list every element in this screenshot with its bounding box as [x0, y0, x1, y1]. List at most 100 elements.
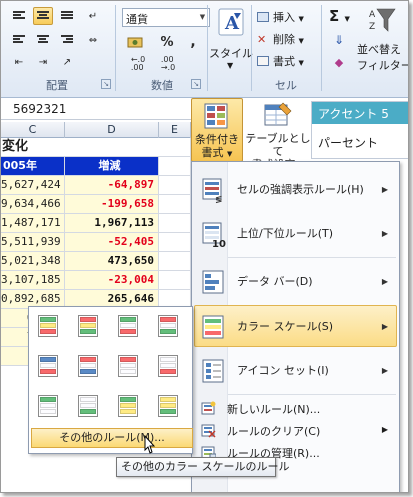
table-cell[interactable] — [159, 271, 191, 290]
menu-item-icon-sets[interactable]: アイコン セット(I) ▶ — [194, 349, 397, 391]
table-cell[interactable]: 3,107,185 — [1, 271, 65, 290]
table-cell[interactable]: -64,897 — [65, 176, 159, 195]
sheet-title-cell[interactable]: 変化 — [1, 138, 159, 157]
align-bottom-button[interactable] — [57, 7, 77, 25]
table-cell[interactable]: 5,627,424 — [1, 176, 65, 195]
decrease-decimal-button[interactable]: .00 →.0 — [155, 55, 181, 73]
table-cell[interactable] — [159, 157, 191, 176]
header-cell-d[interactable]: 増減 — [65, 157, 159, 176]
menu-item-clear-rules[interactable]: ルールのクリア(C) ▶ — [194, 419, 397, 440]
comma-label: , — [190, 34, 196, 50]
percent-button[interactable]: % — [157, 33, 177, 51]
color-swatch — [40, 397, 56, 402]
table-cell[interactable] — [159, 138, 191, 157]
column-header-e[interactable]: E — [159, 122, 191, 138]
menu-item-color-scales[interactable]: カラー スケール(S) ▶ — [194, 305, 397, 347]
color-scale-icon — [78, 355, 98, 377]
autosum-button[interactable]: Σ ▼ — [329, 7, 350, 25]
align-top-left-button[interactable] — [9, 7, 29, 25]
table-cell[interactable]: -23,004 — [65, 271, 159, 290]
color-scale-option[interactable] — [33, 351, 63, 381]
color-scale-option[interactable] — [33, 391, 63, 421]
currency-button[interactable] — [123, 33, 149, 51]
number-launcher-icon[interactable]: ↘ — [191, 79, 201, 89]
table-cell[interactable] — [159, 252, 191, 271]
table-cell[interactable]: 1,487,171 — [1, 214, 65, 233]
color-scale-icon — [38, 315, 58, 337]
color-scale-option[interactable] — [153, 311, 183, 341]
decrease-indent-button[interactable]: ⇤ — [9, 53, 29, 71]
group-divider — [115, 5, 116, 91]
color-scale-option[interactable] — [113, 391, 143, 421]
insert-icon — [257, 12, 269, 22]
wrap-text-button[interactable]: ↵ — [83, 7, 103, 25]
delete-button[interactable]: ✕ 削除 ▼ — [257, 31, 304, 47]
table-cell[interactable]: -199,658 — [65, 195, 159, 214]
comma-button[interactable]: , — [183, 33, 203, 51]
table-cell[interactable]: -52,405 — [65, 233, 159, 252]
chevron-down-icon: ▼ — [344, 15, 350, 23]
color-swatch — [120, 323, 136, 328]
increase-indent-button[interactable]: ⇥ — [33, 53, 53, 71]
style-button[interactable]: A — [217, 7, 245, 37]
style-accent5[interactable]: アクセント 5 — [312, 102, 408, 124]
color-swatch — [120, 409, 136, 414]
column-header-d[interactable]: D — [65, 122, 159, 138]
table-cell[interactable]: 9,634,466 — [1, 195, 65, 214]
alignment-launcher-icon[interactable]: ↘ — [101, 79, 111, 89]
color-scale-option[interactable] — [113, 351, 143, 381]
menu-item-new-rule[interactable]: 新しいルール(N)... — [194, 397, 397, 418]
sort-filter-button[interactable]: AZ — [367, 5, 397, 37]
number-format-select[interactable]: 通貨 ▼ — [122, 8, 210, 27]
increase-decimal-button[interactable]: ←.0.00 — [125, 55, 151, 73]
table-cell[interactable] — [159, 195, 191, 214]
align-right-button[interactable] — [57, 31, 77, 49]
color-scale-option[interactable] — [73, 311, 103, 341]
header-cell-c[interactable]: 005年 — [1, 157, 65, 176]
table-cell[interactable]: 5,021,348 — [1, 252, 65, 271]
align-middle-button[interactable] — [33, 31, 53, 49]
orientation-button[interactable]: ↗ — [57, 53, 77, 71]
color-scale-icon — [158, 315, 178, 337]
highlight-cells-icon: ≶ — [202, 178, 223, 204]
menu-item-highlight-rules[interactable]: ≶ セルの強調表示ルール(H) ▶ — [194, 168, 397, 210]
color-scale-option[interactable] — [33, 311, 63, 341]
conditional-formatting-button[interactable]: 条件付き 書式 ▼ — [191, 98, 243, 162]
column-header-c[interactable]: C — [1, 122, 65, 138]
table-cell[interactable]: 473,650 — [65, 252, 159, 271]
format-button[interactable]: 書式 ▼ — [257, 53, 304, 69]
excel-window: ↵ ⇔ ⇤ ⇥ ↗ 配置 ↘ 通貨 ▼ % , ←.0.00 .00 →.0 数値… — [0, 0, 409, 493]
menu-item-top-bottom-rules[interactable]: 10 上位/下位ルール(T) ▶ — [194, 212, 397, 254]
table-cell[interactable]: 5,511,939 — [1, 233, 65, 252]
color-scale-option[interactable] — [113, 311, 143, 341]
more-rules-button[interactable]: その他のルール(M)... — [31, 428, 193, 448]
color-scale-option[interactable] — [73, 391, 103, 421]
align-left-icon — [13, 11, 25, 21]
text-left-icon — [13, 35, 25, 45]
format-icon — [257, 56, 269, 66]
fill-button[interactable]: ⇓ — [329, 31, 349, 49]
align-left-button[interactable] — [9, 31, 29, 49]
color-scale-icon — [118, 315, 138, 337]
table-cell[interactable] — [159, 233, 191, 252]
group-divider — [251, 5, 252, 91]
color-scale-option[interactable] — [73, 351, 103, 381]
format-as-table-button[interactable]: テーブルとして 書式設定 ▼ — [245, 98, 311, 171]
merge-center-button[interactable]: ⇔ — [83, 31, 103, 49]
color-scale-option[interactable] — [153, 391, 183, 421]
formula-bar[interactable]: 5692321 — [1, 98, 191, 120]
chevron-right-icon: ▶ — [381, 184, 388, 194]
table-cell[interactable] — [159, 214, 191, 233]
menu-item-data-bars[interactable]: データ バー(D) ▶ — [194, 260, 397, 302]
clear-button[interactable]: ◆ — [329, 53, 349, 71]
align-center-button[interactable] — [33, 7, 53, 25]
chevron-down-icon: ▼ — [227, 61, 234, 70]
table-cell[interactable]: 1,967,113 — [65, 214, 159, 233]
color-scale-option[interactable] — [153, 351, 183, 381]
insert-button[interactable]: 挿入 ▼ — [257, 9, 304, 25]
color-scale-icon — [38, 395, 58, 417]
style-percent[interactable]: パーセント — [318, 134, 378, 151]
color-swatch — [40, 403, 56, 408]
color-scales-icon — [202, 315, 224, 339]
table-cell[interactable] — [159, 176, 191, 195]
